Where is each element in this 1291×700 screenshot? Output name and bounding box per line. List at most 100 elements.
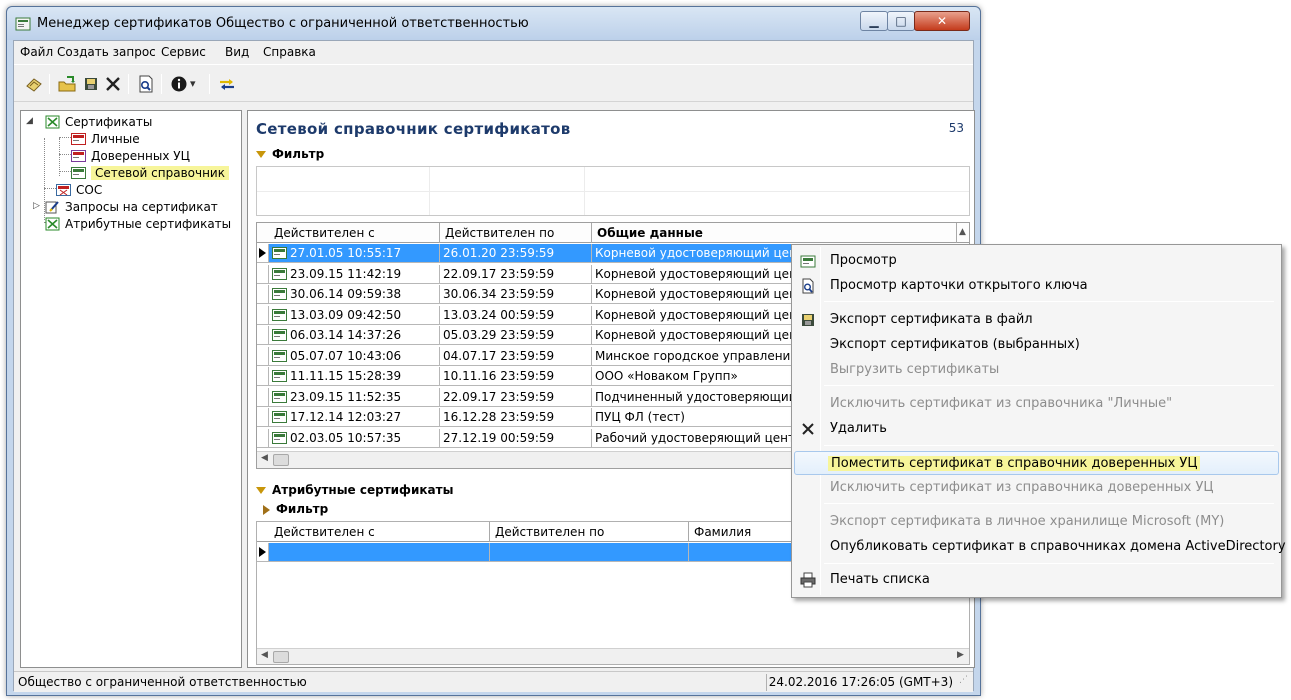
cell-text: 16.12.28 23:59:59	[443, 410, 555, 424]
table-cell: 23.09.15 11:42:19	[269, 264, 440, 283]
menu-publish-active-directory[interactable]: Опубликовать сертификат в справочниках д…	[794, 535, 1286, 559]
table-cell	[490, 543, 689, 561]
column-valid-to[interactable]: Действителен по	[490, 522, 689, 542]
column-valid-from[interactable]: Действителен с	[269, 522, 490, 542]
cell-text: ПУЦ ФЛ (тест)	[595, 410, 685, 424]
certificate-count: 53	[948, 121, 964, 135]
cell-text: ООО «Новаком Групп»	[595, 369, 738, 383]
menu-exclude-from-personal[interactable]: Исключить сертификат из справочника "Лич…	[794, 392, 1279, 416]
cell-text: 13.03.24 00:59:59	[443, 307, 555, 322]
cell-text: 22.09.17 23:59:59	[443, 266, 555, 281]
menu-unload-certificates[interactable]: Выгрузить сертификаты	[794, 358, 1279, 382]
cell-text: 13.03.09 09:42:50	[290, 307, 402, 322]
preview-icon[interactable]	[136, 74, 156, 94]
scroll-up-icon[interactable]: ▲	[959, 227, 966, 237]
cell-text: 10.11.16 23:59:59	[443, 369, 555, 383]
tree-connector	[59, 171, 71, 172]
menu-view-certificate[interactable]: Просмотр	[794, 249, 1279, 273]
export-icon[interactable]	[81, 74, 101, 94]
table-cell: 17.12.14 12:03:27	[269, 408, 440, 426]
table-cell: 02.03.05 10:57:35	[269, 428, 440, 447]
expanded-triangle-icon	[256, 151, 266, 158]
delete-icon[interactable]	[103, 74, 123, 94]
status-datetime: 24.02.2016 17:26:05 (GMT+3)	[768, 675, 953, 689]
scrollbar-thumb[interactable]	[273, 454, 289, 466]
scroll-right-icon[interactable]: ▶	[957, 650, 964, 660]
menu-exclude-from-trusted-ca[interactable]: Исключить сертификат из справочника дове…	[794, 476, 1279, 500]
certificate-icon	[272, 267, 287, 280]
tree-connector	[59, 137, 71, 138]
table-cell: 27.01.05 10:55:17	[269, 244, 440, 262]
cell-text: 05.03.29 23:59:59	[443, 328, 555, 342]
cell-text: 23.09.15 11:52:35	[290, 389, 402, 404]
minimize-button[interactable]: ▁	[860, 11, 888, 31]
expand-arrow-icon[interactable]: ◢	[26, 116, 33, 126]
attribute-filter-toggle[interactable]: Фильтр	[263, 502, 328, 516]
refresh-icon[interactable]	[217, 74, 237, 94]
table-cell: 13.03.09 09:42:50	[269, 305, 440, 324]
row-indicator	[257, 543, 269, 561]
current-row-pointer-icon	[259, 248, 266, 258]
network-certificate-icon	[71, 167, 86, 179]
filter-toggle[interactable]: Фильтр	[256, 147, 324, 161]
cell-text: Рабочий удостоверяющий центр ЭС	[595, 430, 824, 445]
menu-export-to-microsoft-store[interactable]: Экспорт сертификата в личное хранилище M…	[794, 510, 1279, 534]
import-icon[interactable]	[57, 74, 77, 94]
certificate-icon	[272, 247, 287, 259]
info-icon[interactable]	[169, 74, 189, 94]
filter-area[interactable]	[256, 166, 970, 216]
resize-grip-icon[interactable]: ⋰	[959, 676, 971, 689]
trusted-ca-certificate-icon	[71, 150, 86, 162]
scroll-left-icon[interactable]: ◀	[261, 453, 268, 463]
title-bar[interactable]: Менеджер сертификатов Общество с огранич…	[7, 7, 980, 40]
table-cell: 23.09.15 11:52:35	[269, 387, 440, 406]
menu-view[interactable]: Вид	[225, 45, 249, 59]
cell-text: 30.06.34 23:59:59	[443, 287, 555, 301]
table-cell: 06.03.14 14:37:26	[269, 326, 440, 344]
app-icon	[15, 17, 31, 31]
table-cell: 27.12.19 00:59:59	[440, 428, 592, 447]
table-cell	[269, 543, 490, 561]
table-cell: 30.06.14 09:59:38	[269, 285, 440, 303]
cell-text: 05.07.07 10:43:06	[290, 348, 402, 363]
toolbar: ▾	[14, 64, 973, 102]
row-indicator	[257, 387, 269, 406]
scrollbar-thumb[interactable]	[273, 651, 289, 663]
cell-text: 02.03.05 10:57:35	[290, 430, 402, 445]
close-button[interactable]: ✕	[914, 11, 970, 31]
menu-export-certificate-to-file[interactable]: Экспорт сертификата в файл	[794, 308, 1279, 332]
certificates-icon[interactable]	[24, 74, 44, 94]
certificate-icon	[272, 411, 287, 423]
column-valid-to[interactable]: Действителен по	[440, 223, 592, 243]
menu-print-list[interactable]: Печать списка	[794, 568, 1279, 592]
info-dropdown-icon[interactable]: ▾	[190, 77, 210, 97]
status-bar: Общество с ограниченной ответственностью…	[14, 671, 973, 692]
cell-text: 30.06.14 09:59:38	[290, 287, 402, 301]
cell-text: 23.09.15 11:42:19	[290, 266, 402, 281]
menu-separator	[824, 301, 1274, 302]
column-valid-from[interactable]: Действителен с	[269, 223, 440, 243]
menu-view-public-key-card[interactable]: Просмотр карточки открытого ключа	[794, 274, 1279, 298]
toolbar-separator	[209, 74, 210, 94]
toolbar-separator	[161, 74, 162, 94]
menu-service[interactable]: Сервис	[161, 45, 206, 59]
menu-delete[interactable]: Удалить	[794, 417, 1279, 441]
maximize-button[interactable]: □	[887, 11, 915, 31]
printer-icon	[800, 572, 816, 588]
menu-add-to-trusted-ca[interactable]: Поместить сертификат в справочник довере…	[794, 451, 1279, 475]
certificate-icon	[272, 390, 287, 403]
column-general-info[interactable]: Общие данные	[592, 223, 957, 243]
certificate-icon	[272, 288, 287, 300]
attribute-certificates-toggle[interactable]: Атрибутные сертификаты	[256, 483, 453, 497]
horizontal-scrollbar[interactable]: ◀ ▶	[257, 648, 969, 664]
menu-export-selected-certificates[interactable]: Экспорт сертификатов (выбранных)	[794, 333, 1279, 357]
menu-help[interactable]: Справка	[263, 45, 316, 59]
context-menu: Просмотр Просмотр карточки открытого клю…	[791, 244, 1286, 598]
row-indicator	[257, 326, 269, 344]
menu-file[interactable]: Файл	[20, 45, 53, 59]
menu-create-request[interactable]: Создать запрос	[57, 45, 156, 59]
tree-connector	[44, 188, 56, 189]
scroll-left-icon[interactable]: ◀	[261, 650, 268, 660]
collapse-arrow-icon[interactable]: ▷	[33, 201, 40, 211]
certificate-stack-icon	[45, 115, 60, 129]
